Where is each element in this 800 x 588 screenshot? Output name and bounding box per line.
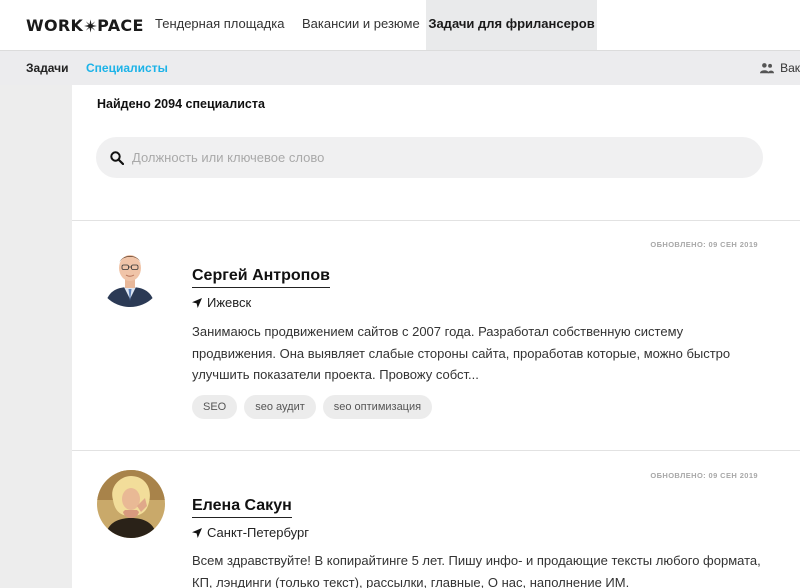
specialist-name[interactable]: Сергей Антропов xyxy=(192,267,330,288)
people-icon xyxy=(760,63,775,74)
tab-label: Тендерная площадка xyxy=(155,16,285,31)
avatar[interactable] xyxy=(97,470,165,538)
search-input[interactable] xyxy=(132,150,732,165)
city-label: Санкт-Петербург xyxy=(207,525,309,540)
search-box[interactable] xyxy=(96,137,763,178)
logo-star-icon xyxy=(83,19,97,32)
sub-navigation-bar: Задачи Специалисты Вак xyxy=(0,50,800,85)
results-count: Найдено 2094 специалиста xyxy=(97,97,265,111)
specialist-card[interactable]: ОБНОВЛЕНО: 09 СЕН 2019 Елена Сакун Санкт… xyxy=(72,451,800,588)
updated-date: ОБНОВЛЕНО: 09 СЕН 2019 xyxy=(650,471,758,480)
updated-date: ОБНОВЛЕНО: 09 СЕН 2019 xyxy=(650,240,758,249)
subnav-vacancies-link[interactable]: Вак xyxy=(760,61,800,75)
logo-text-right: PACE xyxy=(97,16,144,35)
tab-label: Вакансии и резюме xyxy=(302,16,420,31)
skill-tag[interactable]: seo оптимизация xyxy=(322,395,433,419)
specialist-description: Занимаюсь продвижением сайтов с 2007 год… xyxy=(192,324,731,382)
skill-tag[interactable]: SEO xyxy=(192,395,238,419)
location-arrow-icon xyxy=(192,527,202,538)
specialist-description: Всем здравствуйте! В копирайтинге 5 лет.… xyxy=(192,553,761,588)
subnav-tasks[interactable]: Задачи xyxy=(26,61,69,75)
specialist-location: Ижевск xyxy=(192,295,251,310)
tab-tender-platform[interactable]: Тендерная площадка xyxy=(139,0,300,50)
workspace-logo[interactable]: WORK PACE xyxy=(26,16,144,35)
specialists-panel: Найдено 2094 специалиста О xyxy=(72,85,800,588)
tab-freelance-tasks[interactable]: Задачи для фрилансеров xyxy=(426,0,597,50)
avatar[interactable] xyxy=(97,241,163,307)
specialist-location: Санкт-Петербург xyxy=(192,525,309,540)
city-label: Ижевск xyxy=(207,295,252,310)
subnav-right-label: Вак xyxy=(780,61,800,75)
tag-list: SEO seo аудит seo оптимизация xyxy=(192,395,433,419)
avatar-image xyxy=(97,470,165,538)
tab-label: Задачи для фрилансеров xyxy=(428,16,595,31)
tab-vacancies-resumes[interactable]: Вакансии и резюме xyxy=(286,0,436,50)
specialist-name[interactable]: Елена Сакун xyxy=(192,497,292,518)
logo-text-left: WORK xyxy=(26,16,84,35)
avatar-image xyxy=(97,241,163,307)
top-navigation-bar: WORK PACE Тендерная площадка Вакансии и … xyxy=(0,0,800,50)
specialist-card[interactable]: ОБНОВЛЕНО: 09 СЕН 2019 Сергей Антропов И… xyxy=(72,221,800,451)
location-arrow-icon xyxy=(192,297,202,308)
skill-tag[interactable]: seo аудит xyxy=(244,395,316,419)
subnav-specialists[interactable]: Специалисты xyxy=(86,61,168,75)
search-icon xyxy=(110,150,124,165)
